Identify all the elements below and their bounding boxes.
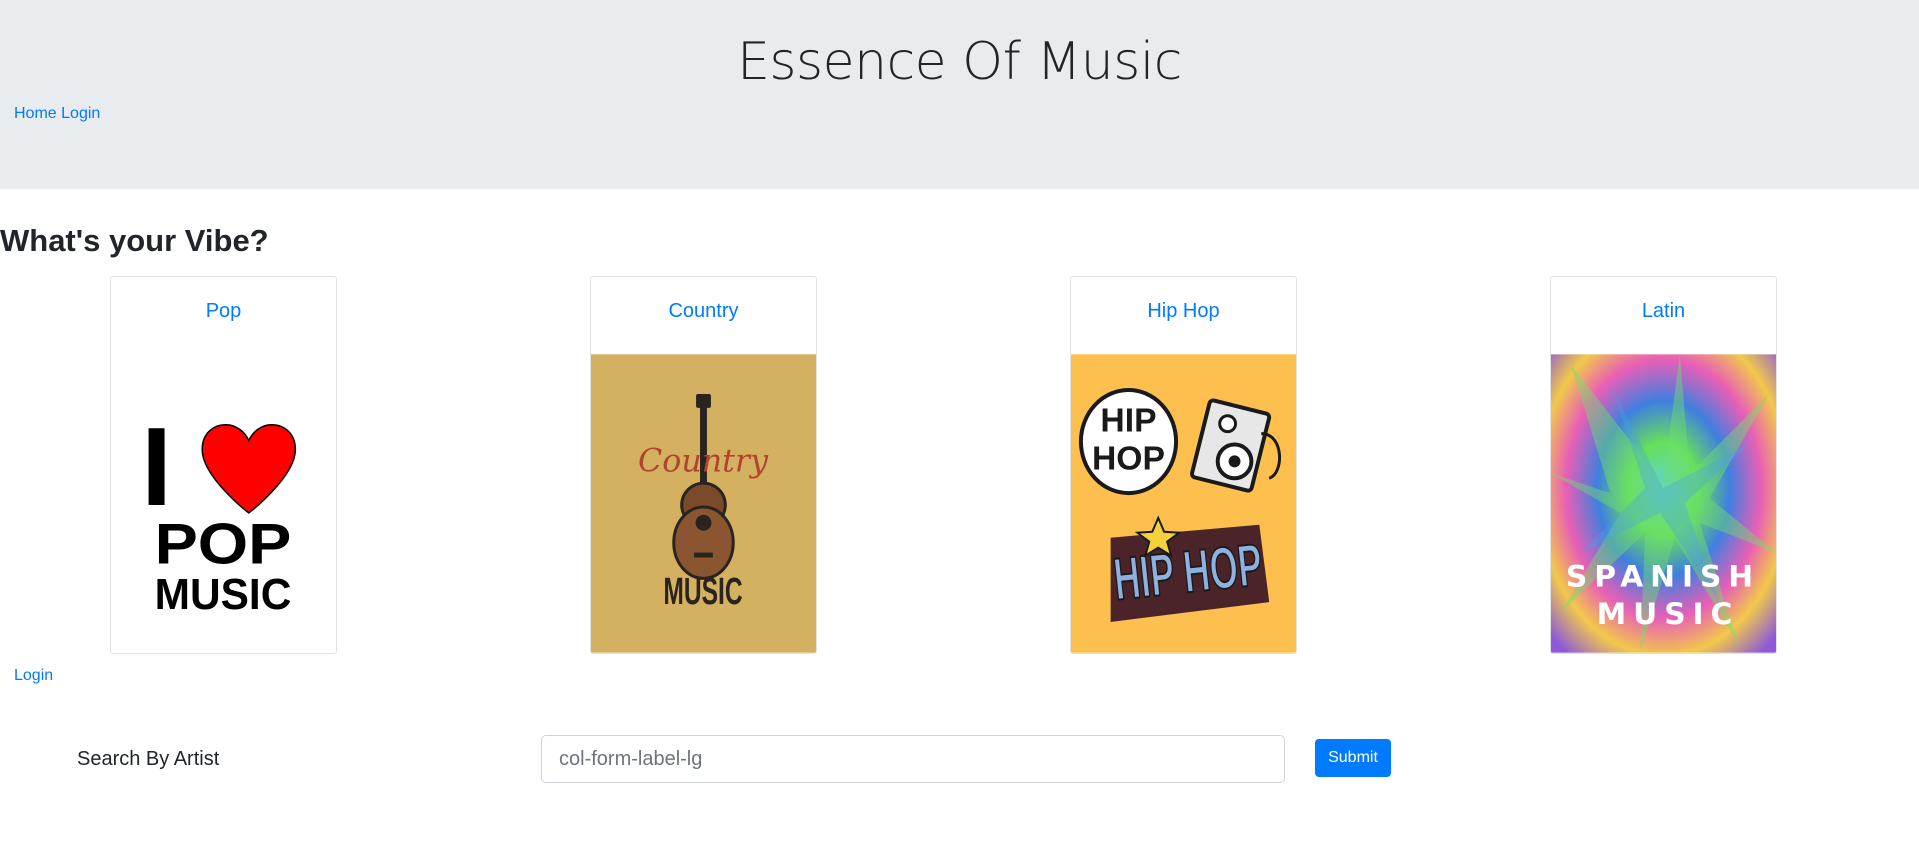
genre-card-country[interactable]: Country Country MUSIC: [590, 276, 817, 654]
genre-card-latin[interactable]: Latin SPANISH MUSIC: [1550, 276, 1777, 654]
country-image-music-text: MUSIC: [663, 570, 742, 612]
country-music-image: Country MUSIC: [591, 353, 816, 653]
nav-home-link[interactable]: Home: [14, 105, 57, 122]
vibe-heading: What's your Vibe?: [0, 223, 269, 258]
pop-image-i-text: I: [141, 405, 172, 529]
latin-image-music-text: MUSIC: [1597, 597, 1740, 632]
hiphop-image-hop-text: HOP: [1092, 439, 1165, 477]
hip-hop-music-image: HIP HOP HIP HOP: [1071, 353, 1296, 653]
submit-button[interactable]: Submit: [1315, 739, 1391, 777]
nav-login-link[interactable]: Login: [61, 105, 100, 122]
genre-card-hip-hop[interactable]: Hip Hop HIP HOP HIP HOP: [1070, 276, 1297, 654]
login-link-container: Login: [14, 665, 53, 687]
pop-music-image: I POP MUSIC: [111, 353, 336, 653]
genre-card-title[interactable]: Country: [591, 296, 816, 326]
genre-card-title[interactable]: Hip Hop: [1071, 296, 1296, 326]
artist-search-input[interactable]: [541, 735, 1285, 783]
country-image-country-text: Country: [638, 443, 769, 479]
latin-image-spanish-text: SPANISH: [1566, 559, 1760, 594]
login-link[interactable]: Login: [14, 667, 53, 684]
latin-music-image: SPANISH MUSIC: [1551, 353, 1776, 653]
genre-card-title[interactable]: Latin: [1551, 296, 1776, 326]
hiphop-image-hip-text: HIP: [1100, 402, 1156, 440]
site-title: Essence Of Music: [737, 32, 1182, 92]
pop-image-music-text: MUSIC: [155, 571, 292, 619]
top-nav: Home Login: [14, 103, 100, 125]
search-by-artist-label: Search By Artist: [77, 748, 220, 770]
pop-image-pop-text: POP: [155, 512, 292, 576]
genre-card-pop[interactable]: Pop I POP MUSIC: [110, 276, 337, 654]
header-jumbotron: Essence Of Music Home Login: [0, 0, 1919, 189]
genre-card-title[interactable]: Pop: [111, 296, 336, 326]
